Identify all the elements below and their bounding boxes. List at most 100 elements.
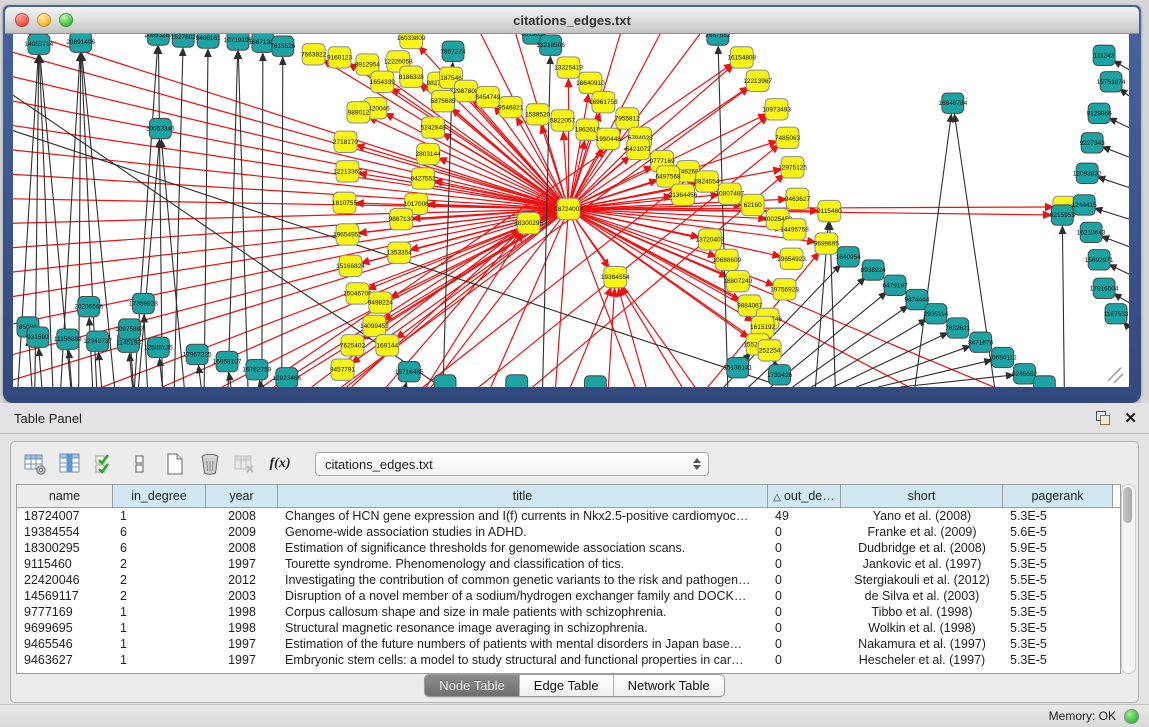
table-row[interactable]: 1830029562008Estimation of significance … [17,540,1120,556]
network-canvas[interactable]: 1872400718300295193845541603380912226058… [13,34,1129,387]
graph-node-yellow[interactable]: 5242848 [421,117,447,138]
table-row[interactable]: 911546021997Tourette syndrome. Phenomeno… [17,556,1120,572]
tab-edge-table[interactable]: Edge Table [520,675,614,696]
table-row[interactable]: 1938455462009Genome-wide association stu… [17,524,1120,540]
graph-node-teal[interactable]: 10975887 [115,319,144,339]
graph-node-yellow[interactable]: 19654952 [333,224,362,245]
graph-node-yellow[interactable]: 7625402 [340,335,366,356]
graph-node-teal[interactable]: 16648784 [938,93,967,113]
table-row[interactable]: 977716911998Corpus callosum shape and si… [17,604,1120,620]
column-header-name[interactable]: name [17,485,113,507]
graph-node-teal[interactable]: 6479197 [882,275,908,295]
delete-column-icon[interactable] [196,450,224,478]
graph-node-teal[interactable]: 8938924 [861,260,887,280]
graph-node-yellow[interactable]: 19654923 [777,248,806,269]
graph-node-teal[interactable] [434,375,456,387]
table-row[interactable]: 946362711997Embryonic stem cells: a mode… [17,652,1120,668]
graph-node-teal[interactable]: 15136141 [723,357,752,377]
table-row[interactable]: 969969511998Structural magnetic resonanc… [17,620,1120,636]
graph-node-teal[interactable]: 12342737 [83,331,112,351]
graph-node-yellow[interactable]: 13720407 [696,229,725,250]
graph-node-teal[interactable]: 15716485 [395,362,424,382]
graph-node-yellow[interactable]: 18300295 [514,213,543,234]
graph-node-yellow[interactable]: 13325419 [554,57,583,78]
graph-node-yellow[interactable]: 7485063 [775,127,801,148]
close-window-button[interactable] [15,13,29,27]
graph-node-yellow[interactable]: 15166824 [336,255,365,276]
graph-node-teal[interactable]: 1733426 [767,365,793,385]
function-builder-icon[interactable]: f(x) [266,450,294,478]
close-panel-icon[interactable]: ✕ [1124,411,1137,426]
graph-node-yellow[interactable]: 18640910 [576,72,605,93]
graph-node-yellow[interactable]: 18807249 [723,271,752,292]
table-select-dropdown[interactable]: citations_edges.txt [315,452,709,476]
citation-network-graph[interactable]: 1872400718300295193845541603380912226058… [13,34,1129,387]
scrollbar-thumb[interactable] [1123,487,1132,523]
graph-node-teal[interactable]: 9227343 [1080,133,1106,153]
graph-node-yellow[interactable]: 2803144 [416,143,442,164]
show-column-icon[interactable] [56,450,84,478]
graph-node-teal[interactable]: 9129966 [1087,103,1113,123]
column-header-pagerank[interactable]: pagerank [1003,485,1113,507]
graph-node-teal[interactable]: 14055714 [25,34,54,54]
graph-node-yellow[interactable]: 2718170 [333,131,359,152]
minimize-window-button[interactable] [37,13,51,27]
graph-node-yellow[interactable]: 9498224 [368,292,394,313]
graph-node-yellow[interactable]: 8186328 [399,66,425,87]
graph-node-yellow[interactable]: 9699695 [814,233,840,254]
graph-node-teal[interactable]: 10654112 [988,347,1017,367]
graph-node-yellow[interactable]: 12975125 [778,157,807,178]
graph-node-yellow[interactable]: 19384554 [601,266,630,287]
resize-grip-icon[interactable] [1108,368,1123,383]
graph-node-yellow[interactable]: 10807487 [715,183,744,204]
graph-node-teal[interactable]: 1527602 [171,34,197,47]
column-header-in_degree[interactable]: in_degree [113,485,206,507]
graph-node-yellow[interactable]: 18724007 [554,198,583,219]
graph-node-yellow[interactable]: 9160123 [327,47,353,68]
table-vertical-scrollbar[interactable] [1121,484,1136,674]
graph-node-yellow[interactable]: 10973493 [762,99,791,120]
graph-node-yellow[interactable]: 1654339 [370,71,396,92]
graph-node-teal[interactable] [506,375,528,387]
graph-node-teal[interactable]: 7632621 [945,318,971,338]
graph-node-yellow[interactable]: 9463627 [785,188,811,209]
graph-node-teal[interactable]: 8215953 [1050,205,1076,225]
graph-node-teal[interactable]: 16782759 [243,360,272,380]
graph-node-teal[interactable]: 931590 [27,327,49,347]
graph-node-yellow[interactable]: 1990448 [596,128,622,149]
graph-node-teal[interactable]: 12093832 [1073,163,1102,183]
graph-node-teal[interactable]: 16210643 [1077,222,1106,242]
network-window-titlebar[interactable]: citations_edges.txt [5,7,1139,34]
graph-node-teal[interactable] [1033,376,1055,387]
graph-node-teal[interactable]: 12505135 [144,337,173,357]
graph-node-teal[interactable]: 1640954 [836,247,862,267]
graph-node-teal[interactable]: 15751074 [1097,72,1126,92]
table-settings-icon[interactable] [21,450,49,478]
graph-node-yellow[interactable]: 9115460 [817,200,842,221]
graph-node-teal[interactable]: 20206566 [74,296,103,316]
select-rows-icon[interactable] [91,450,119,478]
graph-node-teal[interactable]: 11156889 [54,329,82,349]
graph-node-teal[interactable]: 15692971 [1085,250,1114,270]
graph-node-yellow[interactable]: 9867130 [389,208,415,229]
graph-node-yellow[interactable]: 14099453 [360,315,389,336]
column-header-year[interactable]: year [206,485,278,507]
graph-node-yellow[interactable]: 19756928 [770,279,799,300]
graph-node-teal[interactable]: 7615526 [270,36,296,56]
graph-node-teal[interactable]: 2935114 [924,304,949,324]
graph-node-yellow[interactable]: 169144 [376,335,399,356]
graph-node-yellow[interactable]: 7663822 [301,44,327,65]
graph-node-yellow[interactable]: 21364456 [669,184,698,205]
table-row[interactable]: 2242004622012Investigating the contribut… [17,572,1120,588]
column-header-short[interactable]: short [841,485,1003,507]
graph-node-yellow[interactable]: 5822057 [550,110,576,131]
graph-node-teal[interactable]: 20053346 [146,118,175,138]
graph-node-teal[interactable]: 9466161 [196,34,222,48]
graph-node-teal[interactable]: 13218506 [536,35,565,55]
graph-node-yellow[interactable]: 16033809 [397,34,426,49]
table-row[interactable]: 946554611997Estimation of the future num… [17,636,1120,652]
graph-node-yellow[interactable]: 989012 [347,102,370,123]
graph-node-teal[interactable] [584,376,606,387]
graph-node-yellow[interactable]: 8427552 [411,168,437,189]
graph-node-teal[interactable]: 10653287 [144,34,173,45]
